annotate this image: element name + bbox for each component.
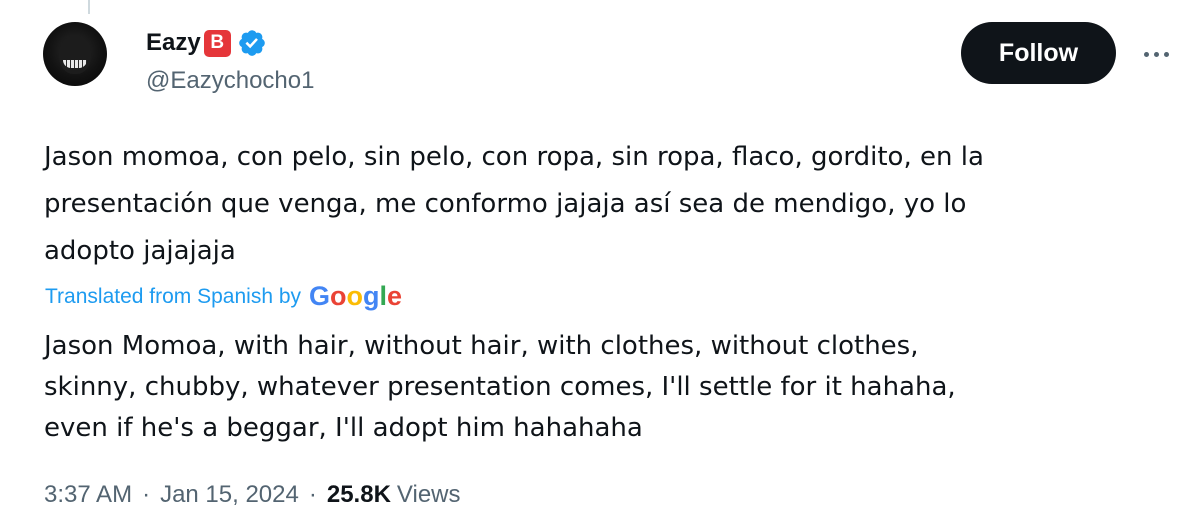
avatar-face	[59, 36, 91, 74]
author-handle[interactable]: @Eazychocho1	[146, 67, 314, 95]
translated-text-line: Jason Momoa, with hair, without hair, wi…	[44, 331, 919, 361]
translation-attribution[interactable]: Translated from Spanish by Google	[45, 281, 402, 312]
views-label: Views	[396, 481, 461, 508]
tweet-text-line: adopto jajajaja	[44, 236, 236, 266]
author-display-name[interactable]: Eazy	[146, 29, 201, 57]
tweet-date[interactable]: Jan 15, 2024	[160, 481, 299, 509]
more-dot	[1163, 51, 1169, 57]
tweet-text-line: presentación que venga, me conformo jaja…	[44, 189, 967, 219]
translated-text-line: skinny, chubby, whatever presentation co…	[44, 372, 956, 402]
tweet-text-line: Jason momoa, con pelo, sin pelo, con rop…	[44, 142, 984, 172]
follow-button[interactable]: Follow	[961, 22, 1116, 84]
author-name-row: Eazy B	[146, 26, 267, 60]
meta-separator: ·	[308, 481, 317, 508]
google-letter: o	[330, 281, 347, 311]
google-letter: o	[346, 281, 364, 311]
translated-label: Translated from Spanish by	[45, 284, 302, 308]
b-badge-icon: B	[203, 29, 231, 57]
translated-text: Jason Momoa, with hair, without hair, wi…	[44, 326, 1164, 449]
more-dot	[1153, 51, 1159, 57]
google-logo: Google	[309, 281, 402, 312]
more-options-icon[interactable]	[1136, 40, 1176, 68]
thread-connector-line	[88, 0, 90, 14]
more-dot	[1143, 51, 1149, 57]
meta-separator: ·	[142, 481, 151, 508]
tweet-time[interactable]: 3:37 AM	[44, 481, 132, 509]
verified-badge-icon[interactable]	[237, 28, 267, 58]
google-letter: l	[379, 281, 388, 311]
translated-text-line: even if he's a beggar, I'll adopt him ha…	[44, 413, 643, 443]
google-letter: G	[309, 281, 331, 311]
avatar[interactable]	[43, 22, 107, 86]
tweet-meta: 3:37 AM · Jan 15, 2024 · 25.8K Views	[44, 481, 461, 509]
google-letter: e	[387, 281, 403, 311]
views-count[interactable]: 25.8K	[327, 481, 391, 509]
tweet-text: Jason momoa, con pelo, sin pelo, con rop…	[44, 134, 1164, 275]
google-letter: g	[363, 281, 380, 311]
